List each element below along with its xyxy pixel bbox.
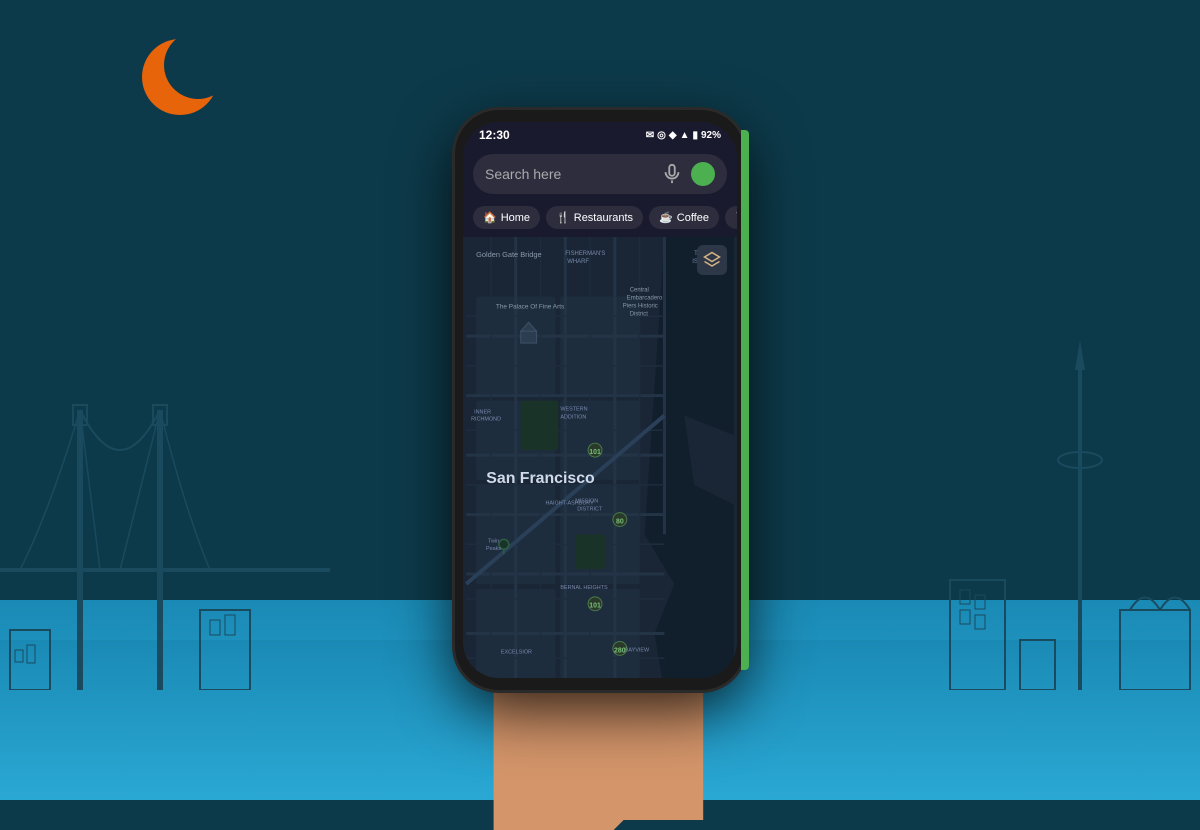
phone-body: 12:30 ✉ ◎ ◆ ▲ ▮ 92% Search here [455, 110, 745, 690]
svg-text:Embarcadero: Embarcadero [627, 295, 663, 301]
pill-coffee[interactable]: ☕ Coffee [649, 206, 719, 229]
svg-text:FISHERMAN'S: FISHERMAN'S [565, 251, 605, 257]
svg-text:Peaks: Peaks [486, 546, 501, 552]
moon-icon [130, 35, 215, 120]
category-pills: 🏠 Home 🍴 Restaurants ☕ Coffee 🍸 [463, 200, 737, 237]
bars-pill-icon: 🍸 [735, 211, 737, 224]
status-time: 12:30 [479, 128, 510, 142]
svg-text:INNER: INNER [474, 409, 491, 415]
battery-status-icon: ▮ [692, 130, 698, 141]
location-status-icon: ◎ [657, 130, 666, 141]
status-bar: 12:30 ✉ ◎ ◆ ▲ ▮ 92% [463, 122, 737, 148]
coffee-pill-icon: ☕ [659, 211, 673, 224]
skyline-right [920, 330, 1200, 690]
email-status-icon: ✉ [646, 130, 654, 141]
svg-text:Golden Gate Bridge: Golden Gate Bridge [476, 250, 542, 259]
skyline-left [0, 330, 330, 690]
search-bar[interactable]: Search here [473, 154, 727, 194]
svg-text:MISSION: MISSION [575, 499, 598, 505]
map-area[interactable]: 101 80 101 280 Golden Gate [463, 237, 737, 678]
battery-percent: 92% [701, 130, 721, 141]
pill-restaurants[interactable]: 🍴 Restaurants [546, 206, 643, 229]
pill-coffee-label: Coffee [677, 212, 709, 224]
svg-text:Central: Central [630, 288, 649, 294]
svg-text:DISTRICT: DISTRICT [577, 507, 603, 513]
svg-text:EXCELSIOR: EXCELSIOR [501, 649, 532, 655]
svg-text:District: District [630, 311, 648, 317]
svg-text:Piers Historic: Piers Historic [623, 303, 658, 309]
map-svg: 101 80 101 280 Golden Gate [463, 237, 737, 678]
search-area: Search here [463, 148, 737, 200]
pill-home[interactable]: 🏠 Home [473, 206, 540, 229]
search-placeholder: Search here [485, 166, 653, 182]
svg-text:ADDITION: ADDITION [560, 414, 586, 420]
svg-text:RICHMOND: RICHMOND [471, 416, 501, 422]
svg-text:Twin: Twin [488, 538, 499, 544]
microphone-icon[interactable] [661, 163, 683, 185]
svg-text:80: 80 [616, 518, 624, 525]
phone-screen: 12:30 ✉ ◎ ◆ ▲ ▮ 92% Search here [463, 122, 737, 678]
svg-text:101: 101 [589, 603, 601, 610]
home-pill-icon: 🏠 [483, 211, 497, 224]
pill-bars[interactable]: 🍸 [725, 206, 737, 229]
svg-text:BAYVIEW: BAYVIEW [625, 647, 650, 653]
pill-home-label: Home [501, 212, 530, 224]
svg-text:The Palace Of Fine Arts: The Palace Of Fine Arts [496, 303, 564, 310]
account-avatar[interactable] [691, 162, 715, 186]
svg-text:101: 101 [589, 449, 601, 456]
phone-green-edge [741, 130, 749, 670]
pill-restaurants-label: Restaurants [574, 212, 633, 224]
vpn-status-icon: ◆ [669, 130, 677, 141]
phone: 12:30 ✉ ◎ ◆ ▲ ▮ 92% Search here [455, 110, 745, 690]
layer-button[interactable] [697, 245, 727, 275]
svg-text:BERNAL HEIGHTS: BERNAL HEIGHTS [560, 585, 608, 591]
restaurants-pill-icon: 🍴 [556, 211, 570, 224]
svg-text:WESTERN: WESTERN [560, 406, 587, 412]
svg-text:San Francisco: San Francisco [486, 470, 595, 487]
signal-status-icon: ▲ [680, 130, 690, 141]
svg-text:WHARF: WHARF [567, 259, 589, 265]
status-icons: ✉ ◎ ◆ ▲ ▮ 92% [646, 130, 721, 141]
